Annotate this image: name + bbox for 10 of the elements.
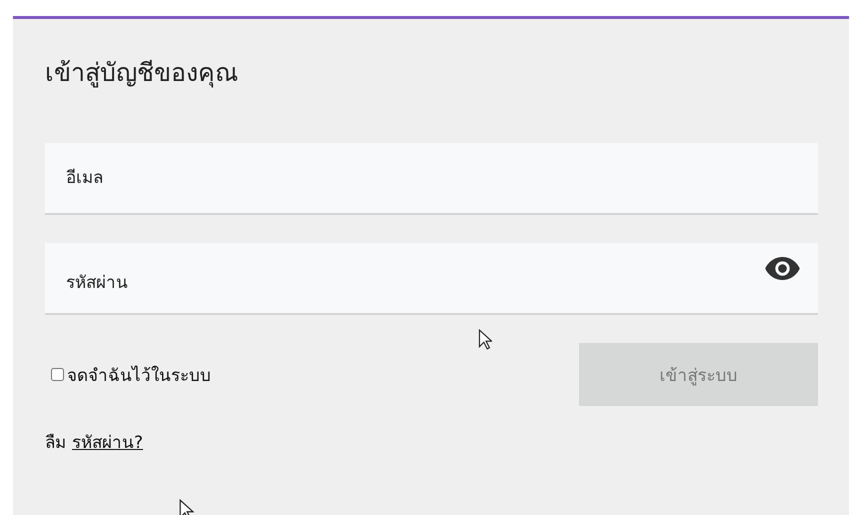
forgot-password-link[interactable]: รหัสผ่าน? bbox=[72, 428, 144, 455]
remember-checkbox[interactable] bbox=[51, 368, 64, 381]
cursor-icon bbox=[178, 499, 194, 515]
eye-icon[interactable] bbox=[765, 257, 800, 280]
input-field[interactable]: อีเมล bbox=[45, 143, 818, 215]
input-field[interactable]: รหัสผ่าน bbox=[45, 243, 818, 315]
forgot-text: ลืม bbox=[45, 432, 66, 455]
form-title: เข้าสู่บัญชีของคุณ bbox=[45, 57, 239, 90]
cursor-icon bbox=[478, 329, 492, 350]
remember-label: จดจำฉันไว้ในระบบ bbox=[67, 364, 211, 388]
